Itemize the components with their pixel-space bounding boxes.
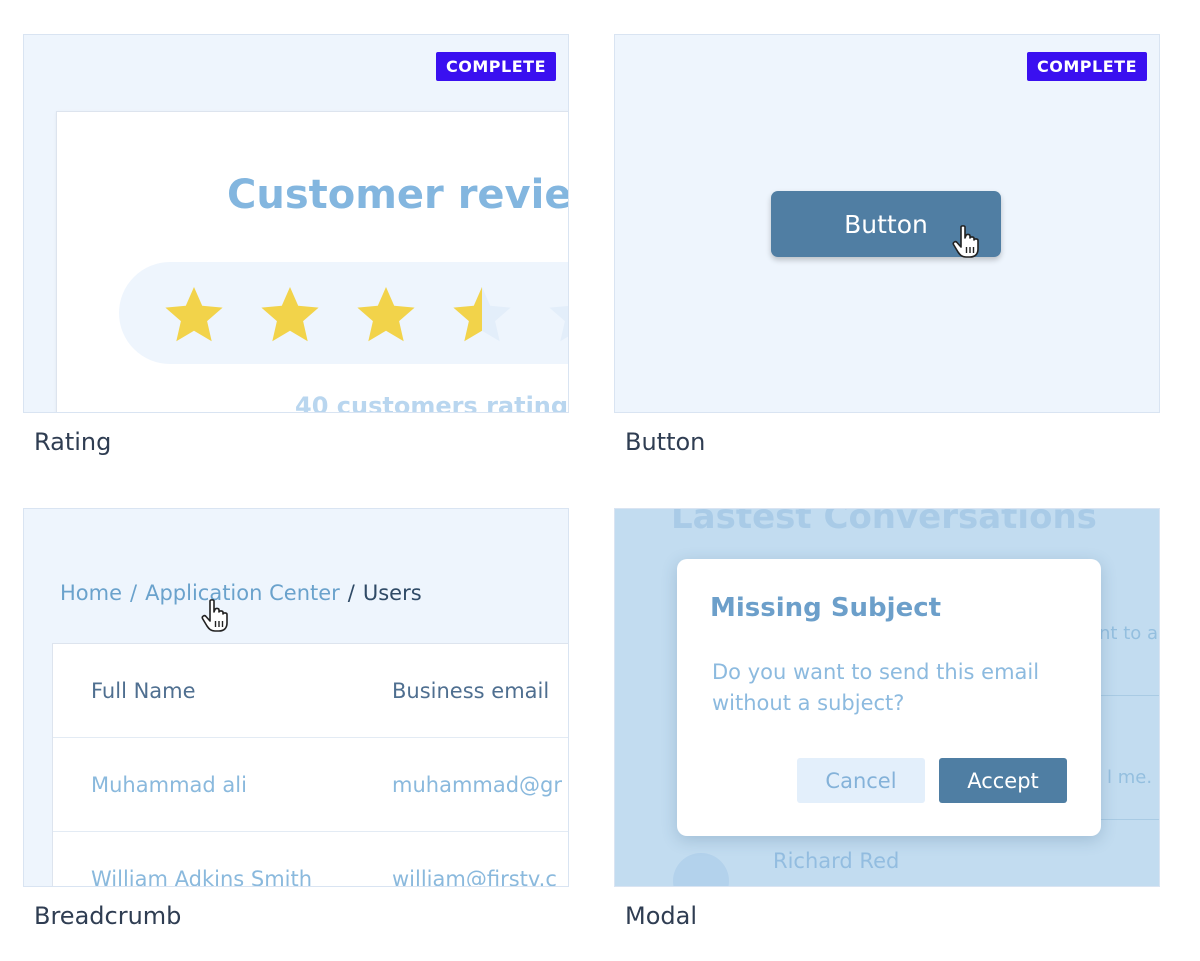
users-table: Full Name Business email Muhammad ali mu… — [52, 643, 568, 887]
star-icon[interactable] — [355, 284, 417, 346]
modal-card[interactable]: Lastest Conversations nt to as l me. Ric… — [614, 508, 1160, 887]
table-row[interactable]: William Adkins Smith william@firstv.c — [53, 832, 568, 887]
background-title: Lastest Conversations — [671, 508, 1097, 537]
breadcrumb-separator: / — [347, 581, 355, 605]
accept-button[interactable]: Accept — [939, 758, 1067, 803]
star-rating[interactable] — [119, 262, 569, 364]
card-label-rating: Rating — [34, 428, 112, 456]
card-label-modal: Modal — [625, 902, 697, 930]
background-contact-name: Richard Red — [773, 849, 900, 873]
column-header-business-email[interactable]: Business email — [392, 679, 549, 703]
button-card[interactable]: COMPLETE Button — [614, 34, 1160, 413]
modal-title: Missing Subject — [710, 593, 942, 623]
breadcrumb-current: Users — [362, 581, 422, 605]
ratings-count: 40 customers ratings — [295, 392, 569, 413]
complete-badge: COMPLETE — [436, 52, 556, 81]
cancel-button[interactable]: Cancel — [797, 758, 925, 803]
hand-pointer-icon — [952, 225, 979, 258]
breadcrumb: Home / Application Center / Users — [60, 581, 422, 605]
review-panel: Customer review 40 customers ratings — [56, 111, 569, 413]
background-snippet: nt to as — [1099, 623, 1159, 644]
avatar — [673, 853, 729, 886]
complete-badge: COMPLETE — [1027, 52, 1147, 81]
column-header-full-name[interactable]: Full Name — [91, 679, 196, 703]
card-label-button: Button — [625, 428, 706, 456]
rating-card[interactable]: COMPLETE Customer review 40 customers ra… — [23, 34, 569, 413]
breadcrumb-separator: / — [130, 581, 138, 605]
background-snippet: l me. — [1107, 767, 1153, 788]
cell-full-name: Muhammad ali — [91, 773, 247, 797]
breadcrumb-application-center-link[interactable]: Application Center — [145, 581, 340, 605]
star-icon[interactable] — [259, 284, 321, 346]
cell-full-name: William Adkins Smith — [91, 867, 313, 887]
hand-pointer-icon — [201, 599, 228, 632]
card-label-breadcrumb: Breadcrumb — [34, 902, 182, 930]
modal-body: Do you want to send this email without a… — [712, 660, 1040, 715]
breadcrumb-home-link[interactable]: Home — [60, 581, 122, 605]
star-half-icon[interactable] — [451, 284, 513, 346]
cell-business-email: william@firstv.c — [392, 867, 557, 887]
missing-subject-modal: Missing Subject Do you want to send this… — [677, 559, 1101, 836]
table-header-row: Full Name Business email — [53, 644, 568, 738]
breadcrumb-card[interactable]: Home / Application Center / Users Full Name … — [23, 508, 569, 887]
table-row[interactable]: Muhammad ali muhammad@gr — [53, 738, 568, 832]
review-title: Customer review — [227, 172, 569, 218]
star-icon[interactable] — [163, 284, 225, 346]
star-empty-icon[interactable] — [547, 284, 569, 346]
cell-business-email: muhammad@gr — [392, 773, 563, 797]
